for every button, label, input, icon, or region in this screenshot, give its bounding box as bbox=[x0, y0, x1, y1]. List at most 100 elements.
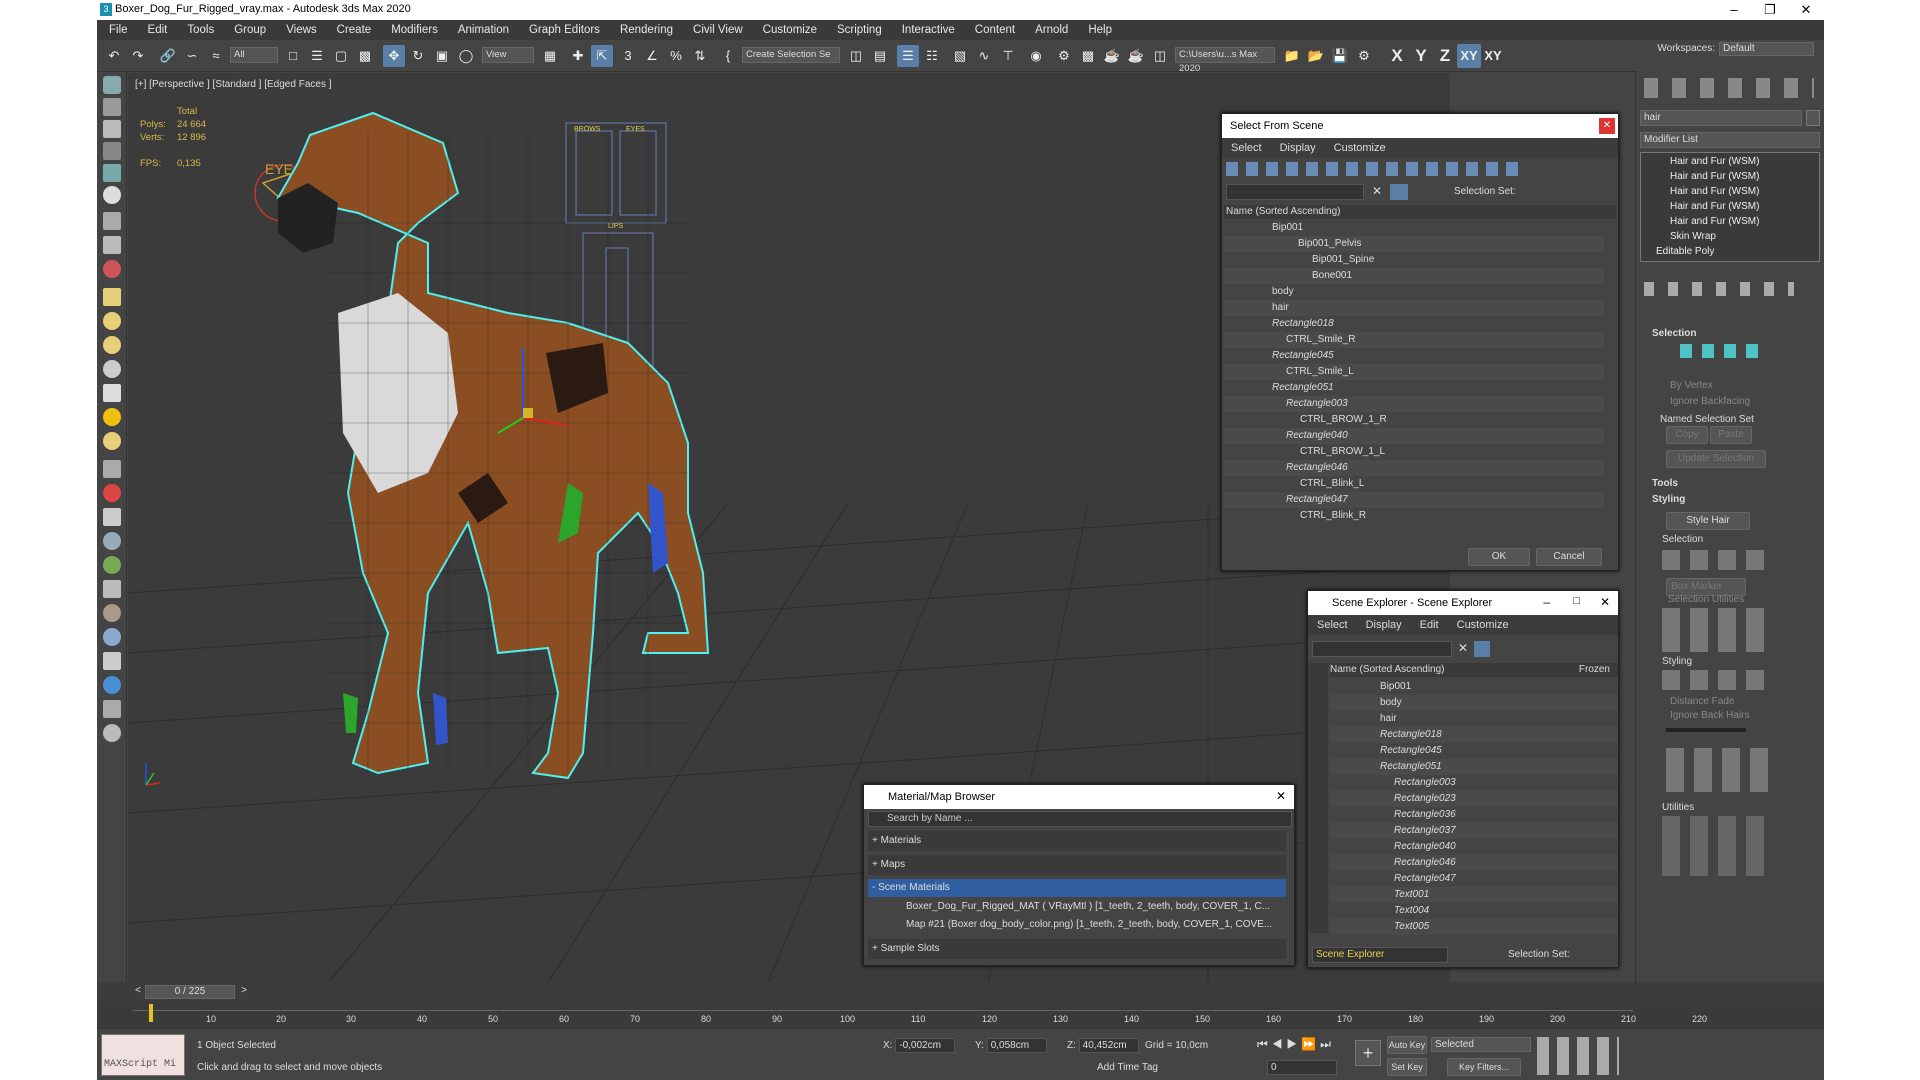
project-open-icon[interactable]: 📂 bbox=[1305, 45, 1327, 67]
mb-search-input[interactable]: Search by Name ... bbox=[868, 811, 1292, 827]
utilities-icons[interactable] bbox=[1662, 816, 1772, 876]
snaps-toggle-icon[interactable]: 3 bbox=[617, 45, 639, 67]
sfs-row[interactable]: Bip001_Spine bbox=[1224, 252, 1604, 268]
se-menu-display[interactable]: Display bbox=[1357, 615, 1411, 635]
manipulate-icon[interactable]: ✚ bbox=[567, 45, 589, 67]
paste-button[interactable]: Paste bbox=[1710, 426, 1752, 444]
grid-icon[interactable] bbox=[103, 164, 121, 182]
sfs-row[interactable]: CTRL_Blink_R bbox=[1224, 508, 1604, 524]
coord-z-field[interactable]: 40,452cm bbox=[1078, 1038, 1139, 1053]
maximize-button[interactable]: ❐ bbox=[1752, 0, 1788, 20]
box-icon[interactable] bbox=[103, 288, 121, 306]
keyboard-shortcut-override-icon[interactable]: ⇱ bbox=[591, 45, 613, 67]
se-menu-edit[interactable]: Edit bbox=[1411, 615, 1448, 635]
add-time-tag[interactable]: Add Time Tag bbox=[1097, 1062, 1158, 1073]
selection-utilities-icons[interactable] bbox=[1662, 608, 1772, 652]
named-selection-dropdown[interactable]: Create Selection Se bbox=[742, 47, 840, 63]
se-row[interactable]: Bip001 bbox=[1330, 679, 1618, 695]
se-explorer-dropdown[interactable]: Scene Explorer bbox=[1312, 947, 1448, 963]
selection-filter-dropdown[interactable]: All bbox=[230, 47, 278, 63]
workspace-selector[interactable]: Workspaces: Default bbox=[1657, 42, 1814, 56]
axis-x-button[interactable]: X bbox=[1385, 44, 1409, 68]
rect-selection-icon[interactable]: ▢ bbox=[330, 45, 352, 67]
shapes-icon[interactable] bbox=[103, 98, 121, 116]
sfs-row[interactable]: hair bbox=[1224, 300, 1604, 316]
mirror-icon[interactable]: ◫ bbox=[845, 45, 867, 67]
se-row[interactable]: body bbox=[1330, 695, 1618, 711]
schematic-view-icon[interactable]: ⊤ bbox=[997, 45, 1019, 67]
axis-xy-cycle-button[interactable]: XY bbox=[1481, 44, 1505, 68]
move-icon[interactable]: ✥ bbox=[383, 45, 405, 67]
mb-map-item[interactable]: Map #21 (Boxer dog_body_color.png) [1_te… bbox=[888, 917, 1284, 933]
sfs-row[interactable]: CTRL_BROW_1_R bbox=[1224, 412, 1604, 428]
layer-explorer-icon[interactable]: ☷ bbox=[921, 45, 943, 67]
se-column-header[interactable]: Name (Sorted Ascending) Frozen bbox=[1330, 663, 1618, 677]
percent-snap-icon[interactable]: % bbox=[665, 45, 687, 67]
menu-edit[interactable]: Edit bbox=[138, 20, 178, 40]
render-setup-icon[interactable]: ⚙ bbox=[1053, 45, 1075, 67]
ignore-backfacing-checkbox[interactable]: Ignore Backfacing bbox=[1670, 396, 1750, 407]
time-slider-thumb[interactable]: 0 / 225 bbox=[145, 985, 235, 999]
select-object-icon[interactable]: □ bbox=[282, 45, 304, 67]
mb-section-scene-materials[interactable]: - Scene Materials bbox=[868, 879, 1286, 897]
align-icon[interactable]: ▤ bbox=[869, 45, 891, 67]
sfs-row[interactable]: body bbox=[1224, 284, 1604, 300]
selection-rollout-title[interactable]: Selection bbox=[1652, 328, 1696, 339]
material-editor-icon[interactable]: ◉ bbox=[1025, 45, 1047, 67]
cylinder-icon[interactable] bbox=[103, 336, 121, 354]
render-element-icon[interactable] bbox=[103, 700, 121, 718]
hair-brush-icon[interactable] bbox=[103, 460, 121, 478]
link-icon[interactable]: 🔗 bbox=[157, 45, 179, 67]
se-menu-customize[interactable]: Customize bbox=[1448, 615, 1518, 635]
menu-graph-editors[interactable]: Graph Editors bbox=[519, 20, 610, 40]
sfs-row[interactable]: CTRL_Smile_L bbox=[1224, 364, 1604, 380]
sfs-row[interactable]: CTRL_BROW_1_L bbox=[1224, 444, 1604, 460]
render-iterative-icon[interactable]: ☕ bbox=[1125, 45, 1147, 67]
mb-section-sample-slots[interactable]: + Sample Slots bbox=[868, 939, 1286, 959]
se-row[interactable]: Rectangle045 bbox=[1330, 743, 1618, 759]
torus-icon[interactable] bbox=[103, 432, 121, 450]
coord-x-field[interactable]: -0,002cm bbox=[895, 1038, 956, 1053]
sfs-row[interactable]: Bone001 bbox=[1224, 268, 1604, 284]
sphere-icon[interactable] bbox=[103, 312, 121, 330]
se-minimize-button[interactable]: – bbox=[1543, 595, 1550, 609]
mb-section-materials[interactable]: + Materials bbox=[868, 831, 1286, 851]
minimize-button[interactable]: – bbox=[1716, 0, 1752, 20]
spinner-snap-icon[interactable]: ⇅ bbox=[689, 45, 711, 67]
window-crossing-icon[interactable]: ▩ bbox=[354, 45, 376, 67]
sfs-ok-button[interactable]: OK bbox=[1468, 548, 1530, 566]
curve-editor-icon[interactable]: ∿ bbox=[973, 45, 995, 67]
track-bar[interactable]: 10 20 30 40 50 60 70 80 90 100 110 120 1… bbox=[97, 1002, 1824, 1028]
styling-rollout-title[interactable]: Styling bbox=[1652, 494, 1685, 505]
sfs-menu-customize[interactable]: Customize bbox=[1325, 138, 1395, 158]
key-set-dropdown[interactable]: Selected bbox=[1431, 1037, 1531, 1052]
menu-scripting[interactable]: Scripting bbox=[827, 20, 892, 40]
axis-z-button[interactable]: Z bbox=[1433, 44, 1457, 68]
menu-arnold[interactable]: Arnold bbox=[1025, 20, 1078, 40]
time-cursor[interactable] bbox=[149, 1004, 153, 1022]
axis-y-button[interactable]: Y bbox=[1409, 44, 1433, 68]
maxscript-listener[interactable]: MAXScript Mi bbox=[101, 1034, 185, 1076]
place-icon[interactable]: ◯ bbox=[455, 45, 477, 67]
viewport-label[interactable]: [+] [Perspective ] [Standard ] [Edged Fa… bbox=[135, 79, 332, 90]
menu-customize[interactable]: Customize bbox=[753, 20, 827, 40]
mb-section-maps[interactable]: + Maps bbox=[868, 855, 1286, 875]
object-name-field[interactable]: hair bbox=[1640, 110, 1802, 126]
se-row[interactable]: hair bbox=[1330, 711, 1618, 727]
menu-interactive[interactable]: Interactive bbox=[892, 20, 965, 40]
rotate-icon[interactable]: ↻ bbox=[407, 45, 429, 67]
helpers-icon[interactable] bbox=[103, 212, 121, 230]
time-prev-icon[interactable]: < bbox=[131, 985, 145, 999]
se-close-button[interactable]: ✕ bbox=[1600, 595, 1610, 609]
modifier-stack-item[interactable]: Hair and Fur (WSM) bbox=[1640, 199, 1820, 214]
se-clear-search-icon[interactable]: ✕ bbox=[1458, 641, 1468, 655]
shell-icon[interactable] bbox=[103, 604, 121, 622]
auto-key-button[interactable]: Auto Key bbox=[1387, 1036, 1427, 1054]
sfs-menu-select[interactable]: Select bbox=[1222, 138, 1271, 158]
sfs-row[interactable]: CTRL_Blink_L bbox=[1224, 476, 1604, 492]
modifier-stack-item[interactable]: Hair and Fur (WSM) bbox=[1640, 184, 1820, 199]
menu-create[interactable]: Create bbox=[327, 20, 382, 40]
se-frozen-header[interactable]: Frozen bbox=[1579, 663, 1610, 677]
style-hair-button[interactable]: Style Hair bbox=[1666, 512, 1750, 530]
sfs-row[interactable]: Rectangle047 bbox=[1224, 492, 1604, 508]
